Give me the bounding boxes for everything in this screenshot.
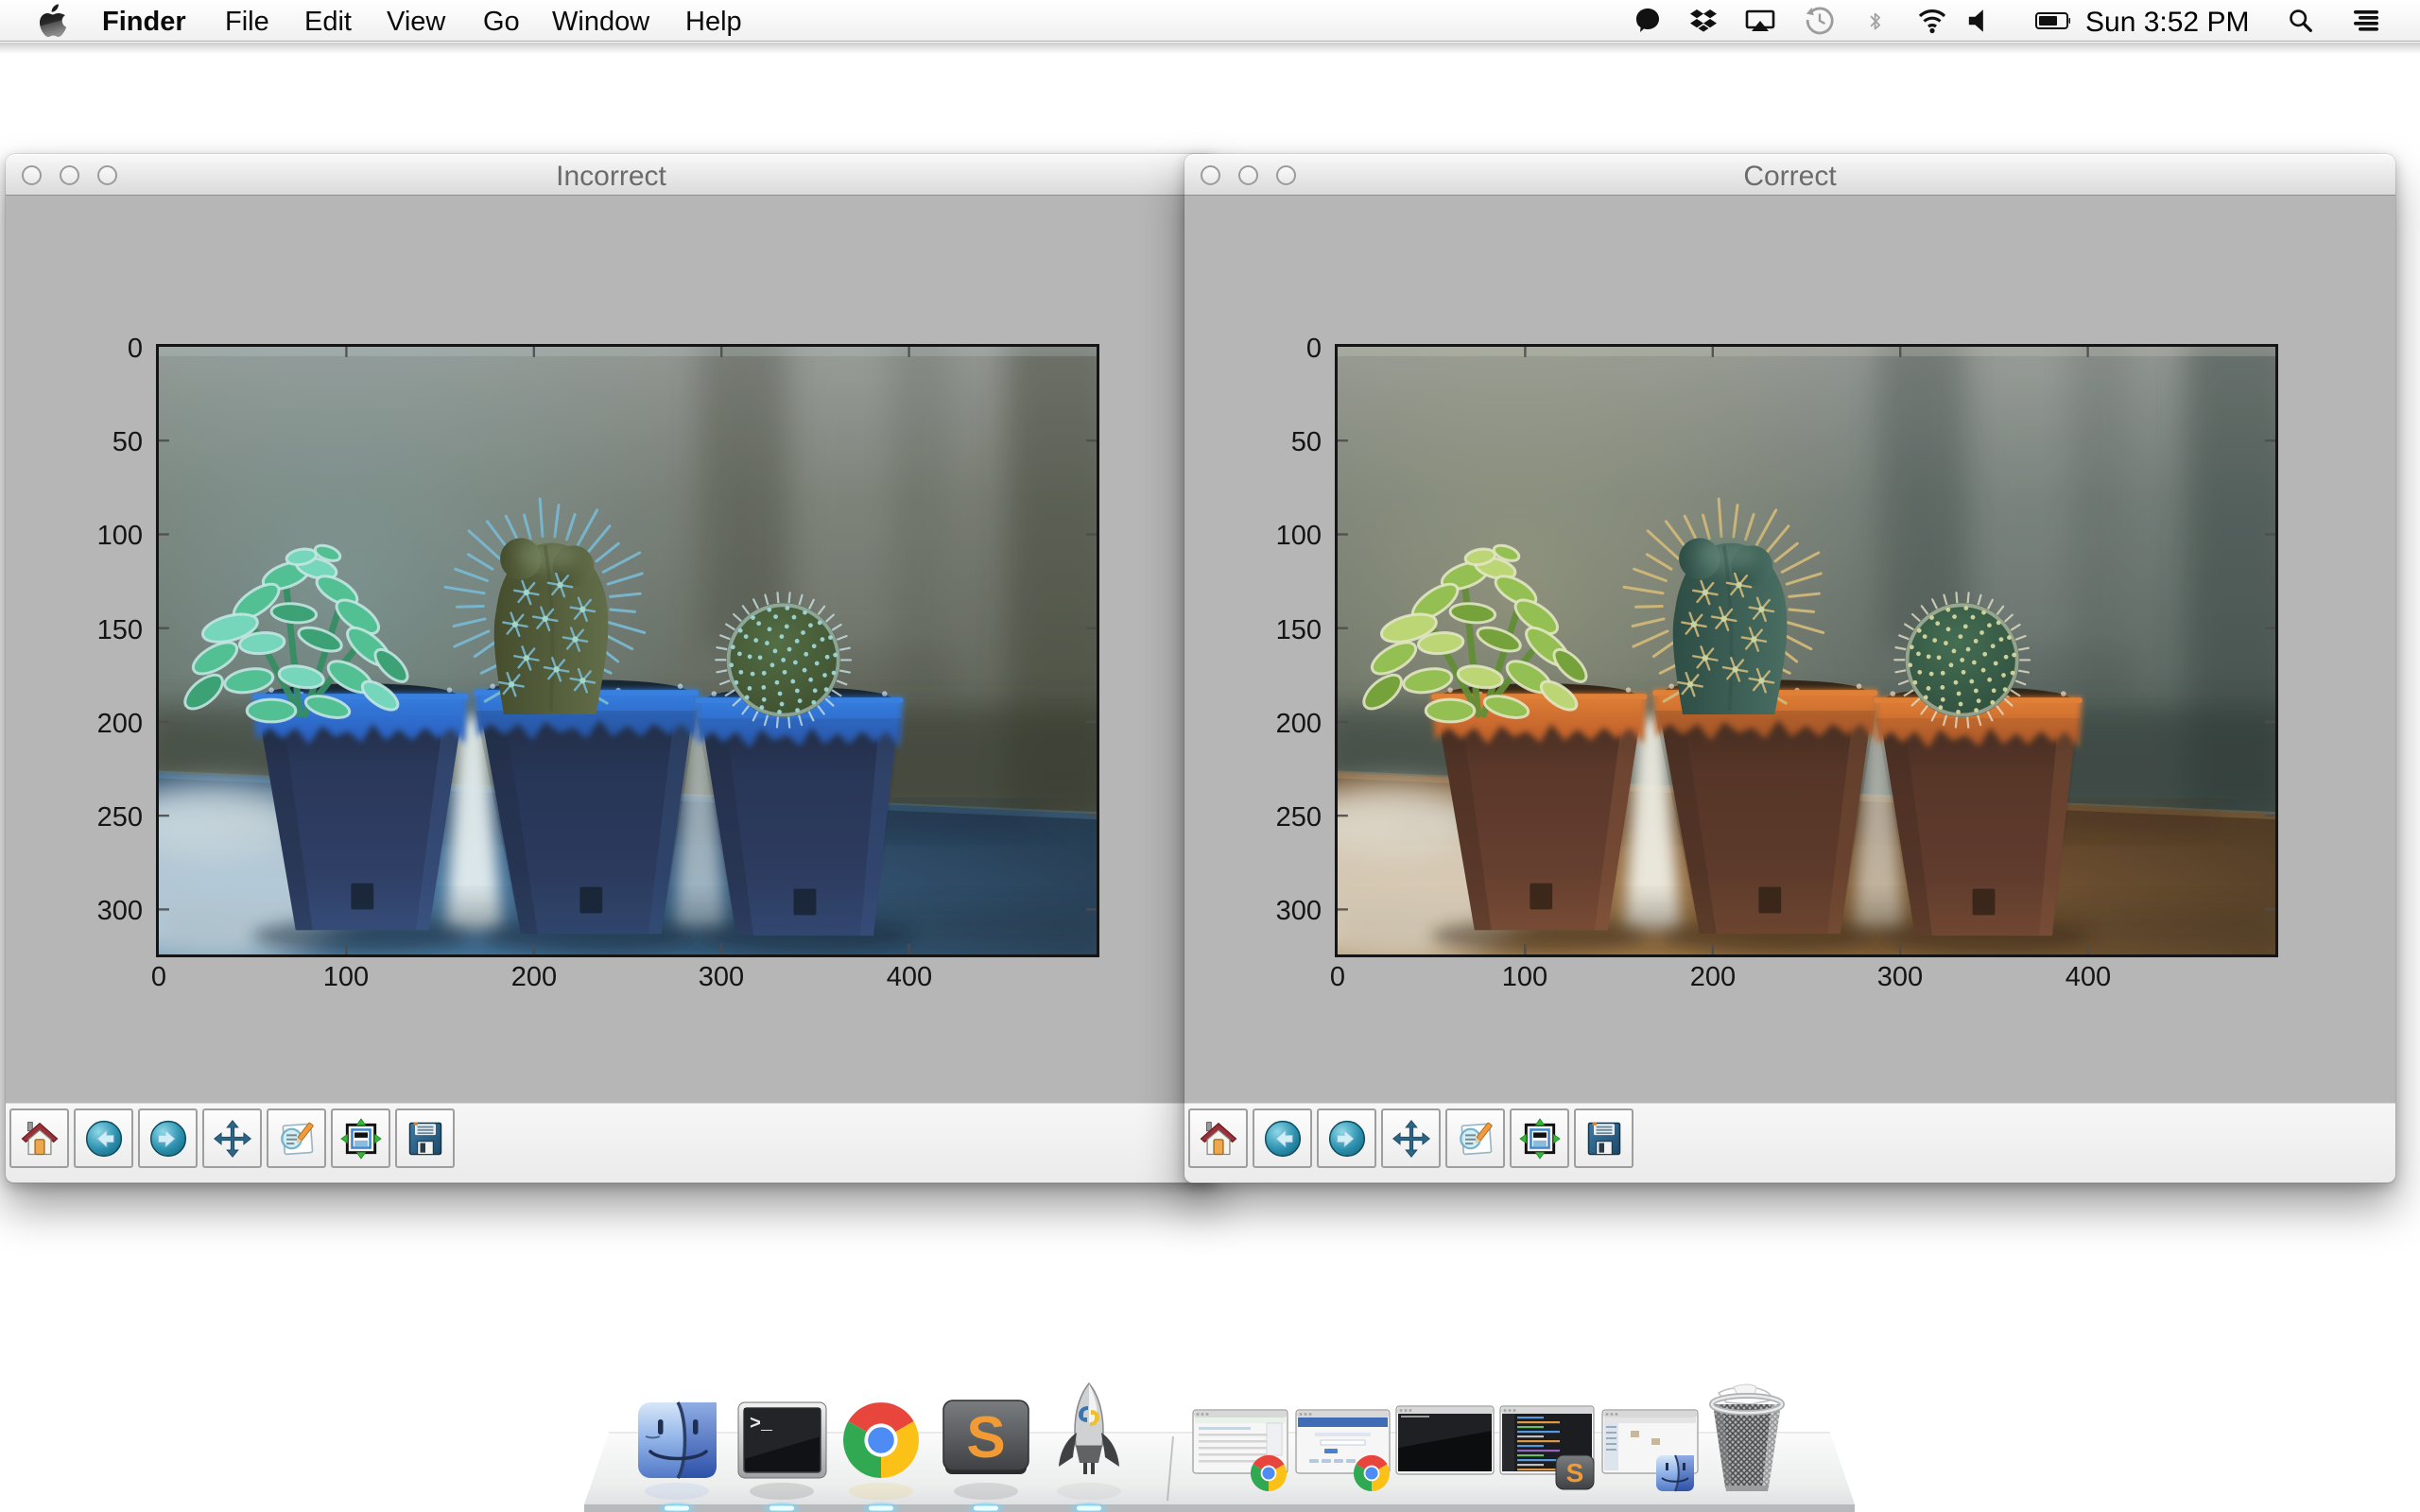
svg-text:>_: >_ <box>750 1414 773 1435</box>
svg-text:S: S <box>1566 1458 1584 1487</box>
svg-text:S: S <box>966 1405 1005 1470</box>
